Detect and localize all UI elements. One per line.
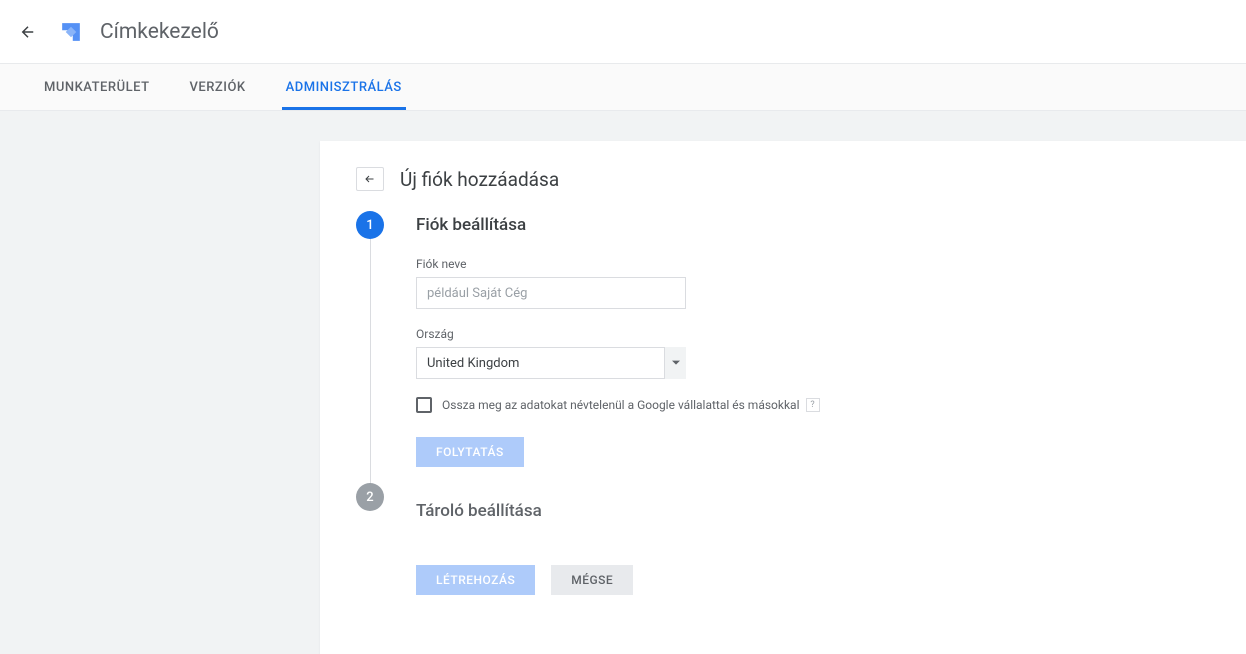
- app-header: Címkekezelő: [0, 0, 1246, 64]
- help-icon[interactable]: ?: [806, 398, 820, 412]
- step-1-title: Fiók beállítása: [416, 211, 1210, 239]
- card-title: Új fiók hozzáadása: [400, 168, 559, 191]
- step-2-title: Tároló beállítása: [416, 497, 1210, 525]
- tab-versions[interactable]: VERZIÓK: [170, 64, 266, 110]
- share-data-label: Ossza meg az adatokat névtelenül a Googl…: [442, 398, 800, 412]
- action-row: LÉTREHOZÁS MÉGSE: [356, 565, 1210, 595]
- continue-button[interactable]: FOLYTATÁS: [416, 437, 524, 467]
- gtm-logo-icon: [56, 17, 86, 47]
- step-connector-line: [370, 239, 371, 497]
- country-select[interactable]: United Kingdom: [416, 347, 686, 379]
- back-arrow-button[interactable]: [16, 20, 40, 44]
- step-2: 2 Tároló beállítása: [416, 483, 1210, 541]
- account-name-field: Fiók neve: [416, 257, 1210, 309]
- account-name-input[interactable]: [416, 277, 686, 309]
- country-field: Ország United Kingdom: [416, 327, 1210, 379]
- arrow-left-icon: [19, 23, 37, 41]
- card-back-button[interactable]: [356, 167, 384, 191]
- account-name-label: Fiók neve: [416, 257, 1210, 271]
- step-2-circle: 2: [356, 483, 384, 511]
- new-account-card: Új fiók hozzáadása 1 Fiók beállítása Fió…: [320, 141, 1246, 654]
- step-1: 1 Fiók beállítása Fiók neve Ország Unite…: [416, 211, 1210, 483]
- create-button[interactable]: LÉTREHOZÁS: [416, 565, 535, 595]
- share-data-checkbox[interactable]: [416, 397, 432, 413]
- country-select-wrapper: United Kingdom: [416, 347, 686, 379]
- stepper: 1 Fiók beállítása Fiók neve Ország Unite…: [356, 211, 1210, 541]
- page-background: Új fiók hozzáadása 1 Fiók beállítása Fió…: [0, 111, 1246, 654]
- card-header: Új fiók hozzáadása: [356, 167, 1210, 191]
- step-1-circle: 1: [356, 211, 384, 239]
- arrow-back-icon: [362, 173, 378, 185]
- app-title: Címkekezelő: [100, 20, 219, 44]
- tab-admin[interactable]: ADMINISZTRÁLÁS: [266, 64, 422, 110]
- tab-workspace[interactable]: MUNKATERÜLET: [24, 64, 170, 110]
- country-label: Ország: [416, 327, 1210, 341]
- tabs-bar: MUNKATERÜLET VERZIÓK ADMINISZTRÁLÁS: [0, 64, 1246, 111]
- cancel-button[interactable]: MÉGSE: [551, 565, 633, 595]
- share-data-row: Ossza meg az adatokat névtelenül a Googl…: [416, 397, 1210, 413]
